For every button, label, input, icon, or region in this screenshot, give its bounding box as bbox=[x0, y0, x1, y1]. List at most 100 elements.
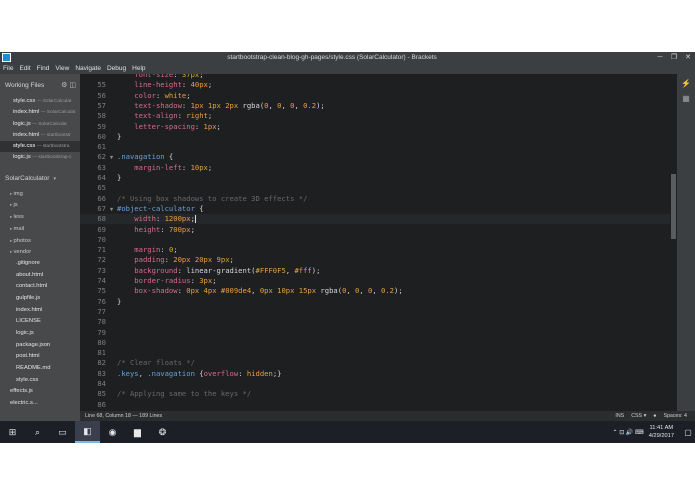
extension-manager-icon[interactable]: ▦ bbox=[680, 94, 692, 104]
minimize-button[interactable]: ─ bbox=[653, 52, 667, 63]
code-line[interactable]: 55 line-height: 40px; bbox=[80, 80, 670, 90]
tree-folder[interactable]: ▸ less bbox=[0, 211, 80, 223]
tree-file[interactable]: contact.html bbox=[0, 281, 80, 293]
code-line[interactable]: 56 color: white; bbox=[80, 91, 670, 101]
tree-file[interactable]: index.html bbox=[0, 305, 80, 317]
tree-file[interactable]: electric.s... bbox=[0, 398, 80, 410]
code-line[interactable]: 79 bbox=[80, 328, 670, 338]
code-line[interactable]: 57 text-shadow: 1px 1px 2px rgba(0, 0, 0… bbox=[80, 101, 670, 111]
tree-file[interactable]: logic.js bbox=[0, 328, 80, 340]
gear-icon[interactable]: ⚙ ◫ bbox=[61, 81, 76, 89]
code-line[interactable]: 85 /* Applying same to the keys */ bbox=[80, 389, 670, 399]
code-token: 0.2 bbox=[303, 100, 317, 110]
chrome-taskbar-icon[interactable]: ◉ bbox=[100, 421, 125, 443]
code-line[interactable]: 82 /* Clear floats */ bbox=[80, 358, 670, 368]
code-line[interactable]: 77 bbox=[80, 307, 670, 317]
tree-file[interactable]: LICENSE bbox=[0, 316, 80, 328]
notification-icon[interactable]: ▢ bbox=[681, 421, 695, 443]
tree-folder[interactable]: ▸ img bbox=[0, 188, 80, 200]
menu-debug[interactable]: Debug bbox=[107, 65, 126, 72]
code-line[interactable]: 59 letter-spacing: 1px; bbox=[80, 122, 670, 132]
code-line[interactable]: 63 margin-left: 10px; bbox=[80, 163, 670, 173]
tree-file[interactable]: effects.js bbox=[0, 386, 80, 398]
working-file-item[interactable]: logic.js — startbootstrap-c bbox=[0, 152, 80, 163]
file-explorer-taskbar-icon[interactable]: ▆ bbox=[125, 421, 150, 443]
tray-icons[interactable]: ⌃ ⊡ 🔊 ⌨ bbox=[613, 429, 644, 436]
code-editor[interactable]: font-size: 37px; 55 line-height: 40px; 56 … bbox=[80, 74, 670, 421]
tree-file[interactable]: post.html bbox=[0, 351, 80, 363]
system-tray[interactable]: ⌃ ⊡ 🔊 ⌨ bbox=[613, 429, 649, 436]
code-line[interactable]: 68 width: 1200px; bbox=[80, 214, 670, 225]
code-line[interactable]: 71 margin: 0; bbox=[80, 245, 670, 255]
code-line[interactable]: 60} bbox=[80, 132, 670, 142]
tree-folder[interactable]: ▸ photos bbox=[0, 235, 80, 247]
app-taskbar-icon[interactable]: ❂ bbox=[150, 421, 175, 443]
working-files-label: Working Files bbox=[5, 81, 45, 89]
code-line[interactable]: 67 ▼ #object-calculator { bbox=[80, 204, 670, 214]
brackets-taskbar-icon[interactable]: ◧ bbox=[75, 421, 100, 443]
tree-item-label: electric.s... bbox=[10, 400, 38, 407]
tree-folder[interactable]: ▸ mail bbox=[0, 223, 80, 235]
code-line[interactable]: 62 ▼ .navagation { bbox=[80, 152, 670, 162]
task-view-icon[interactable]: ▭ bbox=[50, 421, 75, 443]
insert-mode-toggle[interactable]: INS bbox=[615, 413, 624, 419]
brackets-app-icon bbox=[2, 53, 11, 62]
code-line[interactable]: 64} bbox=[80, 173, 670, 183]
working-file-item[interactable]: index.html — SolarCalculat bbox=[0, 107, 80, 118]
working-file-item[interactable]: style.css — startbootstra bbox=[0, 141, 80, 153]
code-token: , bbox=[346, 286, 356, 296]
code-line[interactable]: 69 height: 700px; bbox=[80, 225, 670, 235]
tree-file[interactable]: README.md bbox=[0, 363, 80, 375]
working-file-item[interactable]: style.css — SolarCalculat bbox=[0, 96, 80, 107]
code-line[interactable]: 84 bbox=[80, 379, 670, 389]
code-line[interactable]: 58 text-align: right; bbox=[80, 111, 670, 121]
close-button[interactable]: ✕ bbox=[681, 52, 695, 63]
code-line[interactable]: 70 bbox=[80, 235, 670, 245]
tree-file[interactable]: .gitignore bbox=[0, 258, 80, 270]
code-line[interactable]: 80 bbox=[80, 338, 670, 348]
tree-file[interactable]: style.css bbox=[0, 375, 80, 387]
code-token: : bbox=[194, 121, 204, 131]
menu-edit[interactable]: Edit bbox=[19, 65, 30, 72]
scrollbar-thumb[interactable] bbox=[671, 174, 676, 239]
code-line[interactable]: 72 padding: 20px 20px 9px; bbox=[80, 255, 670, 265]
code-line[interactable]: 74 border-radius: 3px; bbox=[80, 276, 670, 286]
indent-setting[interactable]: Spaces: 4 bbox=[663, 413, 687, 419]
menu-find[interactable]: Find bbox=[37, 65, 50, 72]
code-line[interactable]: 73 background: linear-gradient(#FFF0F5, … bbox=[80, 266, 670, 276]
code-line[interactable]: 66 /* Using box shadows to create 3D effe… bbox=[80, 194, 670, 204]
code-line[interactable]: 86 bbox=[80, 400, 670, 410]
tree-item-label: .gitignore bbox=[16, 259, 40, 266]
menu-help[interactable]: Help bbox=[132, 65, 145, 72]
tree-folder[interactable]: ▸ vendor bbox=[0, 246, 80, 258]
clock[interactable]: 11:41 AM 4/29/2017 bbox=[649, 424, 674, 440]
working-file-name: logic.js bbox=[13, 120, 31, 127]
working-file-item[interactable]: logic.js — SolarCalculat bbox=[0, 119, 80, 130]
code-line[interactable]: 83 .keys, .navagation {overflow: hidden;} bbox=[80, 369, 670, 379]
maximize-button[interactable]: ❐ bbox=[667, 52, 681, 63]
search-icon[interactable]: ⌕ bbox=[25, 421, 50, 443]
code-line[interactable]: 81 bbox=[80, 348, 670, 358]
start-button[interactable]: ⊞ bbox=[0, 421, 25, 443]
menu-view[interactable]: View bbox=[55, 65, 69, 72]
menu-navigate[interactable]: Navigate bbox=[75, 65, 101, 72]
live-preview-icon[interactable]: ⚡ bbox=[680, 79, 692, 89]
code-token: } bbox=[117, 296, 122, 306]
tree-file[interactable]: package.json bbox=[0, 340, 80, 352]
code-line[interactable]: 75 box-shadow: 0px 4px #009de4, 0px 10px… bbox=[80, 286, 670, 296]
linter-status-icon[interactable]: ● bbox=[653, 413, 656, 419]
chevron-down-icon: ▾ bbox=[53, 175, 56, 182]
tree-file[interactable]: about.html bbox=[0, 270, 80, 282]
working-file-item[interactable]: index.html — startbootstr bbox=[0, 130, 80, 141]
code-line[interactable]: 78 bbox=[80, 317, 670, 327]
code-token: ; bbox=[207, 111, 213, 121]
code-line[interactable]: 61 bbox=[80, 142, 670, 152]
project-dropdown[interactable]: SolarCalculator ▾ bbox=[0, 170, 80, 188]
menu-file[interactable]: File bbox=[3, 65, 13, 72]
editor-scrollbar[interactable] bbox=[670, 74, 677, 421]
tree-file[interactable]: gulpfile.js bbox=[0, 293, 80, 305]
code-line[interactable]: 76} bbox=[80, 297, 670, 307]
language-select[interactable]: CSS ▾ bbox=[631, 413, 646, 419]
code-line[interactable]: 65 bbox=[80, 183, 670, 193]
tree-folder[interactable]: ▸ js bbox=[0, 199, 80, 211]
